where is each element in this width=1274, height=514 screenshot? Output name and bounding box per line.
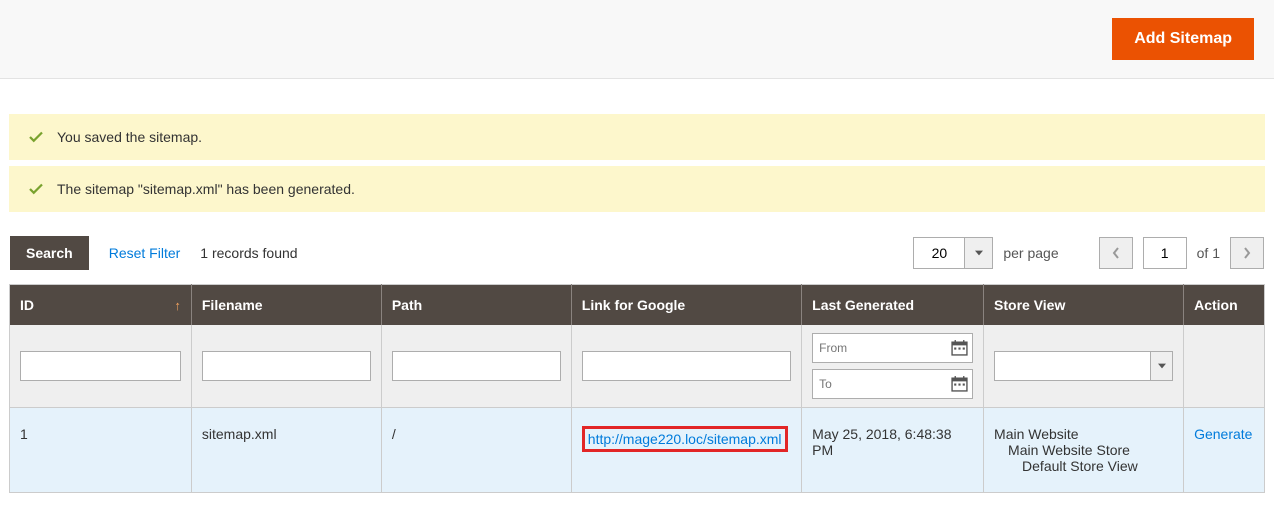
col-header-filename[interactable]: Filename — [191, 285, 381, 326]
filter-date-to-input[interactable] — [812, 369, 973, 399]
generate-link[interactable]: Generate — [1194, 426, 1252, 442]
chevron-left-icon — [1112, 247, 1120, 259]
filter-id-input[interactable] — [20, 351, 181, 381]
perpage-input[interactable] — [913, 237, 965, 269]
triangle-down-icon — [975, 249, 983, 257]
filter-path-input[interactable] — [392, 351, 561, 381]
perpage-label: per page — [1003, 245, 1058, 261]
col-header-google[interactable]: Link for Google — [571, 285, 801, 326]
check-icon — [27, 180, 45, 198]
prev-page-button[interactable] — [1099, 237, 1133, 269]
calendar-icon[interactable] — [951, 339, 968, 356]
perpage-dropdown[interactable] — [965, 237, 993, 269]
triangle-down-icon — [1158, 362, 1166, 370]
col-header-path[interactable]: Path — [381, 285, 571, 326]
check-icon — [27, 128, 45, 146]
reset-filter-link[interactable]: Reset Filter — [109, 245, 181, 261]
grid-toolbar: Search Reset Filter 1 records found per … — [0, 218, 1274, 284]
header-row: ID ↑ Filename Path Link for Google Last G… — [10, 285, 1265, 326]
page-input[interactable] — [1143, 237, 1187, 269]
sort-arrow-up-icon: ↑ — [174, 298, 181, 313]
store-sub1: Main Website Store — [994, 442, 1173, 458]
filter-storeview-select-wrap — [994, 351, 1173, 381]
filter-storeview-select[interactable] — [994, 351, 1151, 381]
success-message: You saved the sitemap. — [9, 114, 1265, 160]
col-header-lastgen[interactable]: Last Generated — [802, 285, 984, 326]
cell-google: http://mage220.loc/sitemap.xml — [571, 408, 801, 493]
header-bar: Add Sitemap — [0, 0, 1274, 79]
sitemap-grid: ID ↑ Filename Path Link for Google Last G… — [9, 284, 1265, 493]
cell-action: Generate — [1184, 408, 1265, 493]
calendar-icon[interactable] — [951, 375, 968, 392]
messages-container: You saved the sitemap. The sitemap "site… — [0, 114, 1274, 212]
message-text: The sitemap "sitemap.xml" has been gener… — [57, 181, 355, 197]
store-main: Main Website — [994, 426, 1173, 442]
col-header-action: Action — [1184, 285, 1265, 326]
filter-storeview-dropdown[interactable] — [1151, 351, 1173, 381]
search-button[interactable]: Search — [10, 236, 89, 270]
cell-id: 1 — [10, 408, 192, 493]
filter-row — [10, 325, 1265, 408]
records-count: 1 records found — [200, 245, 297, 261]
col-label: ID — [20, 297, 34, 313]
col-header-storeview[interactable]: Store View — [984, 285, 1184, 326]
filter-filename-input[interactable] — [202, 351, 371, 381]
toolbar-right: per page of 1 — [913, 237, 1264, 269]
chevron-right-icon — [1243, 247, 1251, 259]
google-sitemap-link[interactable]: http://mage220.loc/sitemap.xml — [582, 426, 788, 452]
perpage-wrap — [913, 237, 993, 269]
store-sub2: Default Store View — [994, 458, 1173, 474]
filter-google-input[interactable] — [582, 351, 791, 381]
add-sitemap-button[interactable]: Add Sitemap — [1112, 18, 1254, 60]
success-message: The sitemap "sitemap.xml" has been gener… — [9, 166, 1265, 212]
table-row[interactable]: 1 sitemap.xml / http://mage220.loc/sitem… — [10, 408, 1265, 493]
filter-date-from-wrap — [812, 333, 973, 363]
next-page-button[interactable] — [1230, 237, 1264, 269]
message-text: You saved the sitemap. — [57, 129, 202, 145]
cell-filename: sitemap.xml — [191, 408, 381, 493]
cell-path: / — [381, 408, 571, 493]
col-header-id[interactable]: ID ↑ — [10, 285, 192, 326]
cell-lastgen: May 25, 2018, 6:48:38 PM — [802, 408, 984, 493]
cell-storeview: Main Website Main Website Store Default … — [984, 408, 1184, 493]
filter-date-from-input[interactable] — [812, 333, 973, 363]
filter-date-to-wrap — [812, 369, 973, 399]
page-total: of 1 — [1197, 245, 1220, 261]
